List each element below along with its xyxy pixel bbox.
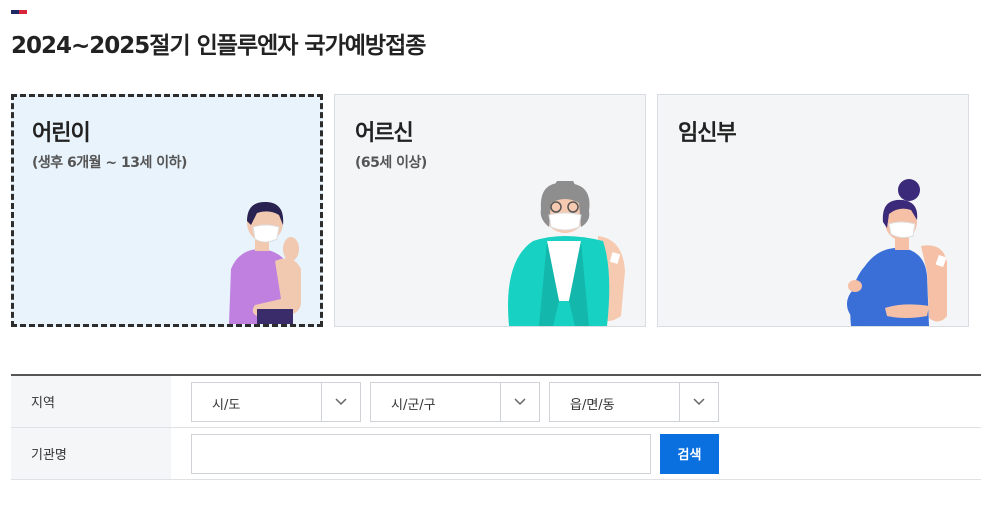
eupmyeondong-select-value: 읍/면/동 <box>570 397 615 413</box>
institution-controls: 검색 <box>171 428 719 479</box>
card-children[interactable]: 어린이 (생후 6개월 ~ 13세 이하) <box>11 94 323 327</box>
eupmyeondong-select[interactable]: 읍/면/동 <box>549 381 719 422</box>
institution-name-input[interactable] <box>191 433 651 474</box>
card-elderly[interactable]: 어르신 (65세 이상) <box>334 94 646 327</box>
search-form: 지역 시/도 시/군/구 읍/면/동 기관명 검색 <box>11 374 981 480</box>
sido-select[interactable]: 시/도 <box>191 381 361 422</box>
card-children-subtitle: (생후 6개월 ~ 13세 이하) <box>32 155 187 171</box>
card-pregnant[interactable]: 임신부 <box>657 94 969 327</box>
search-button[interactable]: 검색 <box>660 433 719 474</box>
card-elderly-title: 어르신 <box>355 121 414 146</box>
sido-select-value: 시/도 <box>212 397 241 413</box>
region-selects: 시/도 시/군/구 읍/면/동 <box>171 376 728 427</box>
card-children-title: 어린이 <box>32 121 91 146</box>
sigungu-select-value: 시/군/구 <box>391 397 436 413</box>
pregnant-illustration-icon <box>847 179 947 326</box>
institution-row: 기관명 검색 <box>11 428 981 480</box>
card-elderly-subtitle: (65세 이상) <box>355 155 427 171</box>
region-label: 지역 <box>11 376 171 427</box>
sigungu-select[interactable]: 시/군/구 <box>370 381 540 422</box>
elderly-illustration-icon <box>508 181 625 326</box>
card-pregnant-title: 임신부 <box>678 121 737 146</box>
child-illustration-icon <box>229 201 301 324</box>
chevron-down-icon <box>500 382 539 421</box>
page-title: 2024~2025절기 인플루엔자 국가예방접종 <box>11 33 426 59</box>
region-row: 지역 시/도 시/군/구 읍/면/동 <box>11 376 981 428</box>
institution-label: 기관명 <box>11 428 171 479</box>
chevron-down-icon <box>679 382 718 421</box>
title-marker-icon <box>11 10 27 14</box>
chevron-down-icon <box>321 382 360 421</box>
target-group-cards: 어린이 (생후 6개월 ~ 13세 이하) 어르신 (65세 이상) 임신부 <box>11 94 971 329</box>
